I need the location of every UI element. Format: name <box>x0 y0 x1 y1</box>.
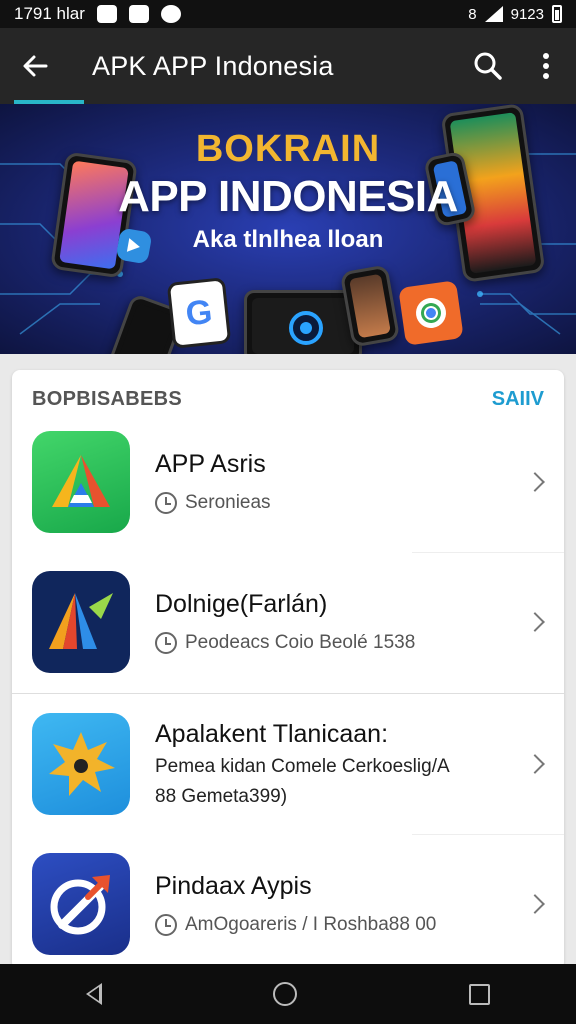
signal-icon <box>484 6 503 22</box>
search-button[interactable] <box>460 28 516 104</box>
status-right: 8 9123 <box>468 5 562 23</box>
clock-icon <box>155 492 177 514</box>
photo-notification-icon <box>128 5 149 23</box>
app-item-title: Dolnige(Farlán) <box>155 590 328 618</box>
app-list-item[interactable]: Dolnige(Farlán) Peodeacs Coio Beolé 1538 <box>12 552 564 692</box>
clock-icon <box>155 632 177 654</box>
clock-icon <box>155 914 177 936</box>
system-nav-bar <box>0 964 576 1024</box>
see-all-link[interactable]: SAIIV <box>492 388 544 411</box>
app-icon-green <box>32 431 130 533</box>
app-item-title: APP Asris <box>155 450 266 478</box>
status-left: 1791 hlar <box>14 4 181 24</box>
app-bar: APK APP Indonesia <box>0 28 576 104</box>
app-item-subtitle: Peodeacs Coio Beolé 1538 <box>185 632 416 653</box>
chevron-right-icon <box>525 472 545 492</box>
battery-icon <box>552 5 562 23</box>
chat-notification-icon <box>160 5 181 23</box>
app-item-subtitle: AmOgoareris / I Roshba88 00 <box>185 914 437 935</box>
nav-back-icon[interactable] <box>85 983 102 1005</box>
notification-icon <box>96 5 117 23</box>
app-item-text: Apalakent Tlanicaan: Pemea kidan Comele … <box>155 719 504 809</box>
app-item-text: Dolnige(Farlán) Peodeacs Coio Beolé 1538 <box>155 589 504 655</box>
arrow-left-icon <box>23 55 48 77</box>
overflow-menu-button[interactable] <box>516 28 576 104</box>
app-list-item[interactable]: Pindaax Aypis AmOgoareris / I Roshba88 0… <box>12 834 564 970</box>
page-title: APK APP Indonesia <box>92 50 334 81</box>
app-item-subtitle-secondary: 88 Gemeta399) <box>155 786 288 807</box>
app-item-subtitle-line: AmOgoareris / I Roshba88 00 <box>155 913 504 937</box>
more-vert-icon <box>543 53 549 79</box>
banner-title: APP INDONESIA <box>118 172 458 221</box>
app-item-text: Pindaax Aypis AmOgoareris / I Roshba88 0… <box>155 871 504 937</box>
screen: 1791 hlar 8 9123 APK APP Indonesia BOKRA… <box>0 0 576 1024</box>
status-time: 1791 hlar <box>14 4 85 23</box>
chevron-right-icon <box>525 754 545 774</box>
app-item-subtitle: Pemea kidan Comele Cerkoeslig/A <box>155 756 450 777</box>
alarm-icon: 8 <box>468 5 477 23</box>
promo-banner[interactable]: BOKRAIN APP INDONESIA Aka tlnlhea lloan … <box>0 104 576 354</box>
chrome-app-icon <box>398 280 464 346</box>
app-item-subtitle-line: Seronieas <box>155 491 504 515</box>
section-title: BOPBISABEBS <box>32 387 182 410</box>
app-list-card: BOPBISABEBS SAIIV APP Asris Seronieas Do… <box>12 370 564 970</box>
app-item-subtitle-line: Peodeacs Coio Beolé 1538 <box>155 631 504 655</box>
app-item-subtitle: Seronieas <box>185 492 271 513</box>
app-item-title: Pindaax Aypis <box>155 872 312 900</box>
status-battery-text: 9123 <box>510 5 544 23</box>
banner-heading: BOKRAIN <box>195 128 381 170</box>
banner-subtitle: Aka tlnlhea lloan <box>192 226 384 253</box>
app-icon-blue <box>32 713 130 815</box>
app-item-title: Apalakent Tlanicaan: <box>155 720 389 748</box>
search-icon <box>474 52 502 80</box>
app-list-item[interactable]: Apalakent Tlanicaan: Pemea kidan Comele … <box>12 694 564 834</box>
chevron-right-icon <box>525 894 545 914</box>
app-icon-indigo <box>32 853 130 955</box>
nav-recents-icon[interactable] <box>469 983 491 1005</box>
nav-home-icon[interactable] <box>273 982 298 1006</box>
back-button[interactable] <box>0 28 70 104</box>
chevron-right-icon <box>525 612 545 632</box>
app-list-item[interactable]: APP Asris Seronieas <box>12 412 564 552</box>
status-bar: 1791 hlar 8 9123 <box>0 0 576 28</box>
app-icon-navy <box>32 571 130 673</box>
google-app-icon: G <box>166 277 232 349</box>
app-item-text: APP Asris Seronieas <box>155 449 504 515</box>
